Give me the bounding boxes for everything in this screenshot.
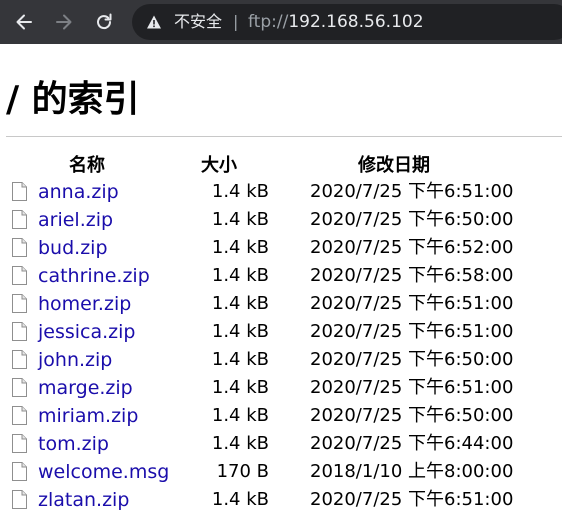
file-icon	[12, 350, 27, 369]
file-modified-date: 2020/7/25 下午6:51:00	[310, 181, 514, 202]
file-modified-date: 2020/7/25 下午6:58:00	[310, 265, 514, 286]
file-icon	[12, 182, 27, 201]
back-arrow-icon	[16, 14, 32, 30]
address-bar[interactable]: 不安全 | ftp://192.168.56.102	[132, 4, 562, 40]
file-link[interactable]: marge.zip	[38, 376, 133, 400]
file-row: marge.zip 1.4 kB 2020/7/25 下午6:51:00	[0, 375, 562, 403]
file-link[interactable]: miriam.zip	[38, 404, 138, 428]
url-scheme: ftp://	[248, 12, 289, 32]
reload-icon	[97, 13, 112, 30]
back-button[interactable]	[11, 9, 37, 35]
file-modified-date: 2020/7/25 下午6:51:00	[310, 489, 514, 510]
file-size: 1.4 kB	[211, 321, 269, 342]
file-modified-date: 2020/7/25 下午6:50:00	[310, 349, 514, 370]
file-link[interactable]: john.zip	[38, 348, 112, 372]
file-row: homer.zip 1.4 kB 2020/7/25 下午6:51:00	[0, 291, 562, 319]
file-link[interactable]: homer.zip	[38, 292, 131, 316]
browser-toolbar: 不安全 | ftp://192.168.56.102	[0, 0, 562, 44]
page-title: / 的索引	[6, 79, 140, 120]
file-modified-date: 2020/7/25 下午6:52:00	[310, 237, 514, 258]
forward-arrow-icon	[56, 14, 72, 30]
file-size: 1.4 kB	[211, 209, 269, 230]
file-row: tom.zip 1.4 kB 2020/7/25 下午6:44:00	[0, 431, 562, 459]
reload-button[interactable]	[91, 9, 117, 35]
file-modified-date: 2020/7/25 下午6:50:00	[310, 209, 514, 230]
column-header-size[interactable]: 大小	[201, 154, 237, 178]
file-size: 1.4 kB	[211, 181, 269, 202]
file-row: miriam.zip 1.4 kB 2020/7/25 下午6:50:00	[0, 403, 562, 431]
file-size: 1.4 kB	[211, 489, 269, 510]
file-row: ariel.zip 1.4 kB 2020/7/25 下午6:50:00	[0, 207, 562, 235]
file-modified-date: 2020/7/25 下午6:51:00	[310, 377, 514, 398]
file-icon	[12, 266, 27, 285]
file-row: cathrine.zip 1.4 kB 2020/7/25 下午6:58:00	[0, 263, 562, 291]
file-icon	[12, 490, 27, 509]
column-header-name[interactable]: 名称	[69, 154, 105, 178]
file-link[interactable]: welcome.msg	[38, 460, 169, 484]
file-icon	[12, 294, 27, 313]
file-icon	[12, 238, 27, 257]
file-modified-date: 2020/7/25 下午6:44:00	[310, 433, 514, 454]
file-modified-date: 2018/1/10 上午8:00:00	[310, 461, 514, 482]
file-icon	[12, 434, 27, 453]
security-status-label[interactable]: 不安全	[174, 11, 222, 33]
url-separator: |	[233, 12, 239, 31]
file-link[interactable]: tom.zip	[38, 432, 109, 456]
file-row: jessica.zip 1.4 kB 2020/7/25 下午6:51:00	[0, 319, 562, 347]
file-icon	[12, 406, 27, 425]
file-size: 1.4 kB	[211, 433, 269, 454]
file-icon	[12, 378, 27, 397]
file-size: 1.4 kB	[211, 237, 269, 258]
file-row: zlatan.zip 1.4 kB 2020/7/25 下午6:51:00	[0, 487, 562, 515]
forward-button[interactable]	[51, 9, 77, 35]
title-divider	[6, 136, 562, 137]
file-icon	[12, 462, 27, 481]
file-size: 1.4 kB	[211, 293, 269, 314]
warning-triangle-icon	[147, 15, 161, 29]
file-link[interactable]: bud.zip	[38, 236, 108, 260]
file-row: welcome.msg 170 B 2018/1/10 上午8:00:00	[0, 459, 562, 487]
file-size: 1.4 kB	[211, 377, 269, 398]
url-host: 192.168.56.102	[288, 12, 424, 32]
file-size: 1.4 kB	[211, 349, 269, 370]
file-link[interactable]: anna.zip	[38, 180, 119, 204]
file-icon	[12, 210, 27, 229]
file-modified-date: 2020/7/25 下午6:51:00	[310, 293, 514, 314]
file-size: 170 B	[216, 461, 269, 482]
file-modified-date: 2020/7/25 下午6:51:00	[310, 321, 514, 342]
file-icon	[12, 322, 27, 341]
file-link[interactable]: ariel.zip	[38, 208, 113, 232]
file-link[interactable]: jessica.zip	[38, 320, 136, 344]
file-row: john.zip 1.4 kB 2020/7/25 下午6:50:00	[0, 347, 562, 375]
file-row: anna.zip 1.4 kB 2020/7/25 下午6:51:00	[0, 179, 562, 207]
url-text[interactable]: ftp://192.168.56.102	[248, 11, 424, 33]
file-size: 1.4 kB	[211, 265, 269, 286]
column-header-modified[interactable]: 修改日期	[358, 154, 430, 178]
file-size: 1.4 kB	[211, 405, 269, 426]
file-modified-date: 2020/7/25 下午6:50:00	[310, 405, 514, 426]
file-link[interactable]: zlatan.zip	[38, 488, 129, 512]
file-row: bud.zip 1.4 kB 2020/7/25 下午6:52:00	[0, 235, 562, 263]
file-link[interactable]: cathrine.zip	[38, 264, 150, 288]
